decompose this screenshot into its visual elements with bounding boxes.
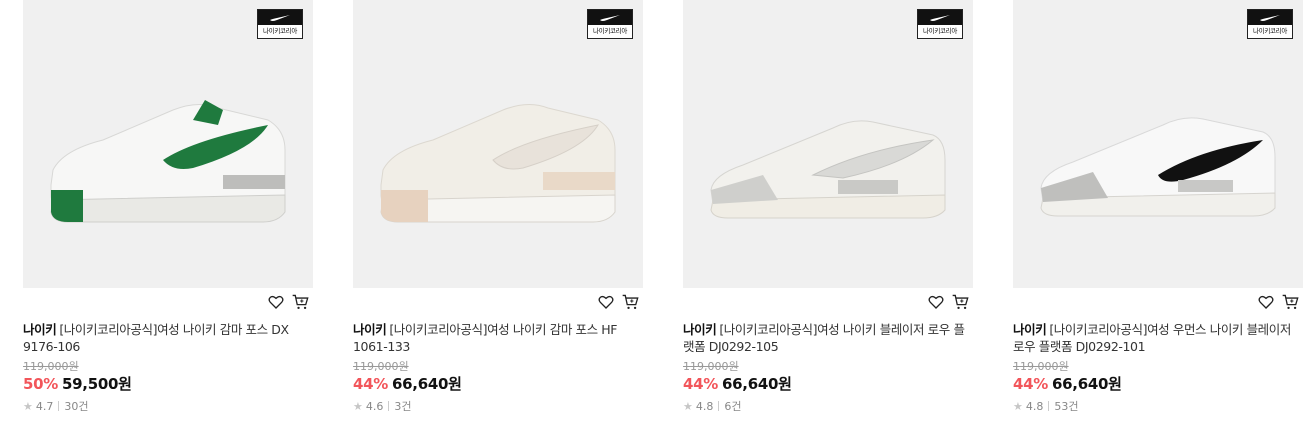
rating-row: ★ 4.8 6건 xyxy=(683,398,742,414)
brand-name: 나이키 xyxy=(683,322,717,337)
price-row: 44% 66,640원 xyxy=(1013,373,1122,394)
review-count: 3건 xyxy=(394,400,412,413)
cart-icon[interactable] xyxy=(1282,294,1299,310)
price-row: 44% 66,640원 xyxy=(353,373,462,394)
rating-row: ★ 4.7 30건 xyxy=(23,398,89,414)
rating-value: 4.7 xyxy=(35,399,54,413)
cart-icon[interactable] xyxy=(952,294,969,310)
card-actions xyxy=(598,294,639,310)
original-price: 119,000원 xyxy=(683,360,739,373)
product-grid: 나이키코리아 나이키 [나이키코리아공식]여성 나이키 감마 포스 DX 9176… xyxy=(0,0,1309,424)
review-count: 30건 xyxy=(64,400,89,413)
brand-badge: 나이키코리아 xyxy=(587,9,633,39)
star-icon: ★ xyxy=(23,399,33,413)
original-price: 119,000원 xyxy=(1013,360,1069,373)
cart-icon[interactable] xyxy=(622,294,639,310)
shoe-image xyxy=(50,100,286,223)
card-actions xyxy=(928,294,969,310)
brand-name: 나이키 xyxy=(1013,322,1047,337)
divider xyxy=(1048,401,1050,411)
rating-value: 4.6 xyxy=(365,399,384,413)
discount-rate: 44% xyxy=(683,375,719,393)
price-row: 44% 66,640원 xyxy=(683,373,792,394)
heart-icon[interactable] xyxy=(598,294,614,310)
heart-icon[interactable] xyxy=(268,294,284,310)
product-card[interactable]: 나이키코리아 나이키 [나이키코리아공식]여성 우먼스 나이키 블레이저 로우 플… xyxy=(1013,0,1303,424)
product-title[interactable]: 나이키 [나이키코리아공식]여성 나이키 감마 포스 HF 1061-133 xyxy=(353,321,635,355)
product-image[interactable]: 나이키코리아 xyxy=(1013,0,1303,288)
product-image[interactable]: 나이키코리아 xyxy=(353,0,643,288)
product-name: [나이키코리아공식]여성 나이키 블레이저 로우 플랫폼 DJ0292-105 xyxy=(683,322,965,354)
card-actions xyxy=(268,294,309,310)
shoe-image xyxy=(710,120,946,219)
product-card[interactable]: 나이키코리아 나이키 [나이키코리아공식]여성 나이키 감마 포스 DX 9176… xyxy=(23,0,313,424)
badge-label: 나이키코리아 xyxy=(592,27,628,35)
nike-swoosh-icon xyxy=(1260,14,1280,21)
heart-icon[interactable] xyxy=(1258,294,1274,310)
original-price: 119,000원 xyxy=(23,360,79,373)
brand-badge: 나이키코리아 xyxy=(917,9,963,39)
review-count: 53건 xyxy=(1054,400,1079,413)
badge-label: 나이키코리아 xyxy=(1252,27,1288,35)
heart-icon[interactable] xyxy=(928,294,944,310)
product-title[interactable]: 나이키 [나이키코리아공식]여성 나이키 감마 포스 DX 9176-106 xyxy=(23,321,305,355)
discount-rate: 44% xyxy=(1013,375,1049,393)
rating-value: 4.8 xyxy=(1025,399,1044,413)
rating-value: 4.8 xyxy=(695,399,714,413)
nike-swoosh-icon xyxy=(270,14,290,21)
rating-row: ★ 4.8 53건 xyxy=(1013,398,1079,414)
sale-price: 66,640원 xyxy=(1052,375,1122,393)
product-image[interactable]: 나이키코리아 xyxy=(683,0,973,288)
divider xyxy=(388,401,390,411)
product-name: [나이키코리아공식]여성 나이키 감마 포스 DX 9176-106 xyxy=(23,322,289,354)
discount-rate: 44% xyxy=(353,375,389,393)
product-title[interactable]: 나이키 [나이키코리아공식]여성 나이키 블레이저 로우 플랫폼 DJ0292-1… xyxy=(683,321,965,355)
brand-name: 나이키 xyxy=(23,322,57,337)
review-count: 6건 xyxy=(724,400,742,413)
badge-label: 나이키코리아 xyxy=(922,27,958,35)
sale-price: 66,640원 xyxy=(392,375,462,393)
divider xyxy=(58,401,60,411)
star-icon: ★ xyxy=(1013,399,1023,413)
product-card[interactable]: 나이키코리아 나이키 [나이키코리아공식]여성 나이키 감마 포스 HF 1061… xyxy=(353,0,643,424)
nike-swoosh-icon xyxy=(600,14,620,21)
shoe-image xyxy=(380,104,616,223)
original-price: 119,000원 xyxy=(353,360,409,373)
cart-icon[interactable] xyxy=(292,294,309,310)
star-icon: ★ xyxy=(683,399,693,413)
product-card[interactable]: 나이키코리아 나이키 [나이키코리아공식]여성 나이키 블레이저 로우 플랫폼 D… xyxy=(683,0,973,424)
rating-row: ★ 4.6 3건 xyxy=(353,398,412,414)
brand-badge: 나이키코리아 xyxy=(1247,9,1293,39)
brand-badge: 나이키코리아 xyxy=(257,9,303,39)
price-row: 50% 59,500원 xyxy=(23,373,132,394)
product-title[interactable]: 나이키 [나이키코리아공식]여성 우먼스 나이키 블레이저 로우 플랫폼 DJ02… xyxy=(1013,321,1295,355)
divider xyxy=(718,401,720,411)
product-name: [나이키코리아공식]여성 우먼스 나이키 블레이저 로우 플랫폼 DJ0292-… xyxy=(1013,322,1291,354)
brand-name: 나이키 xyxy=(353,322,387,337)
product-image[interactable]: 나이키코리아 xyxy=(23,0,313,288)
product-name: [나이키코리아공식]여성 나이키 감마 포스 HF 1061-133 xyxy=(353,322,618,354)
sale-price: 66,640원 xyxy=(722,375,792,393)
star-icon: ★ xyxy=(353,399,363,413)
card-actions xyxy=(1258,294,1299,310)
shoe-image xyxy=(1040,117,1276,217)
nike-swoosh-icon xyxy=(930,14,950,21)
discount-rate: 50% xyxy=(23,375,59,393)
badge-label: 나이키코리아 xyxy=(262,27,298,35)
sale-price: 59,500원 xyxy=(62,375,132,393)
